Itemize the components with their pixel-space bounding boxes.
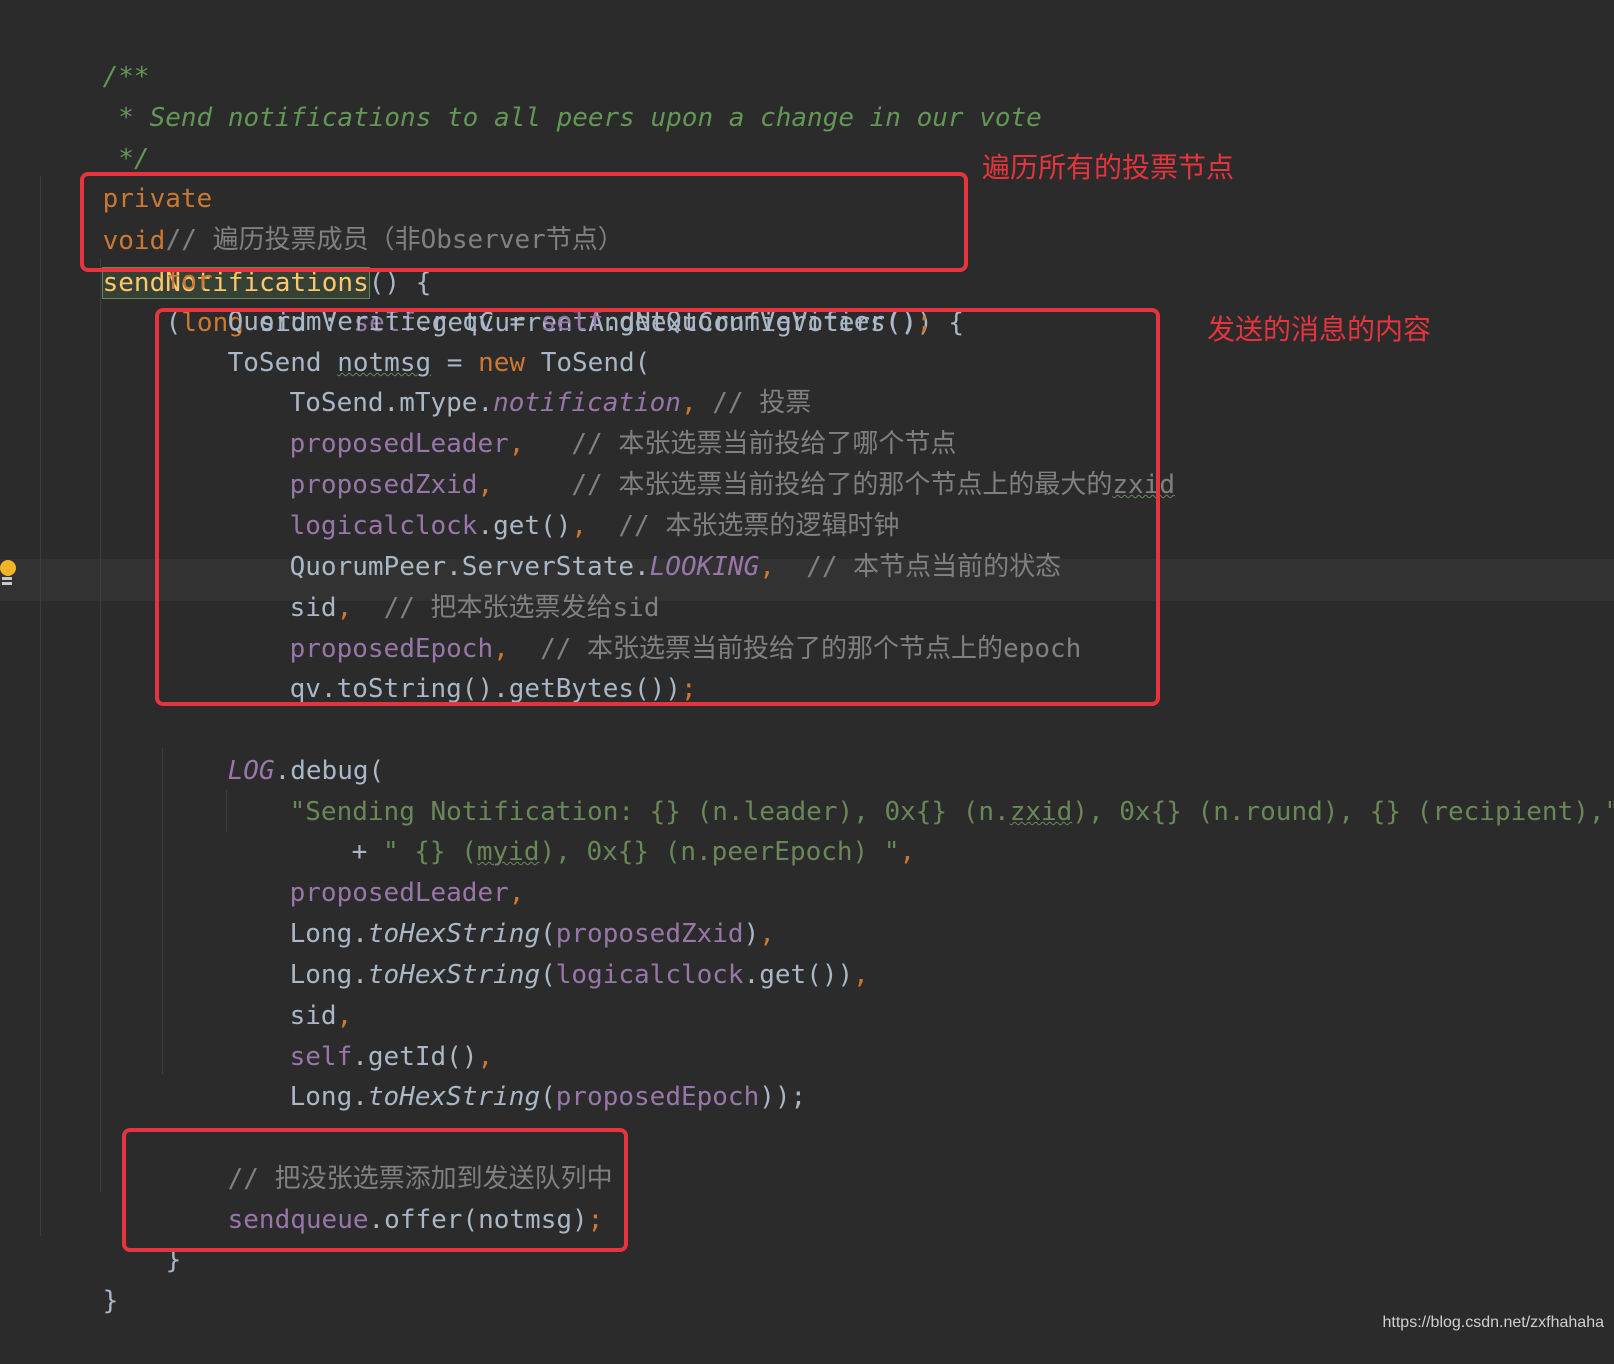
annotation-message: 发送的消息的内容	[1207, 313, 1432, 346]
format-string: ), 0x{} (n.round), {} (recipient),"	[1072, 797, 1614, 827]
annotation-box-message	[155, 308, 1160, 706]
code-line: */	[40, 96, 149, 174]
to-hex-string: toHexString	[367, 1082, 541, 1112]
code-line: Long.toHexString(logicalclock.get()),	[289, 960, 869, 990]
indent-guide	[100, 258, 101, 1192]
code-line: + " {} (myid), 0x{} (n.peerEpoch) ",	[351, 837, 916, 867]
proposed-epoch: proposedEpoch	[555, 1082, 760, 1112]
code-line: self.getId(),	[289, 1042, 494, 1072]
annotation-box-voters	[80, 172, 968, 272]
closing-brace: }	[102, 1286, 119, 1316]
lightbulb-icon[interactable]	[0, 560, 16, 588]
annotation-voters: 遍历所有的投票节点	[982, 151, 1235, 184]
get-call: .get()	[743, 960, 838, 990]
code-line: Long.toHexString(proposedZxid),	[289, 919, 775, 949]
code-line: proposedLeader,	[289, 878, 525, 908]
code-line: "Sending Notification: {} (n.leader), 0x…	[227, 749, 1614, 827]
doc-comment-text: * Send notifications to all peers upon a…	[102, 103, 1042, 133]
code-line: Long.toHexString(proposedEpoch));	[289, 1082, 807, 1112]
code-line: }	[40, 1238, 119, 1316]
to-hex-string: toHexString	[367, 960, 541, 990]
code-line: /**	[40, 14, 150, 92]
code-editor[interactable]: /** * Send notifications to all peers up…	[0, 0, 1614, 1340]
watermark: https://blog.csdn.net/zxfhahaha	[1382, 1314, 1604, 1331]
code-line: * Send notifications to all peers upon a…	[40, 55, 1042, 133]
format-string: ), 0x{} (n.peerEpoch) "	[539, 837, 900, 867]
format-string-zxid: zxid	[1009, 797, 1073, 827]
indent-guide	[162, 748, 163, 1074]
code-line: LOG.debug(	[165, 708, 385, 786]
long-class: Long.	[289, 1082, 368, 1112]
code-line: sid,	[289, 1001, 353, 1031]
logical-clock: logicalclock	[555, 960, 744, 990]
annotation-box-queue	[122, 1128, 628, 1252]
